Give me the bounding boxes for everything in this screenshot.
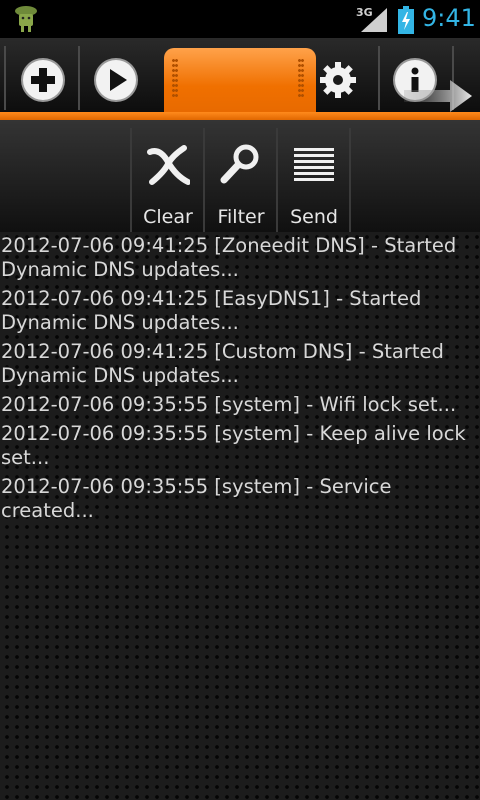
clear-button[interactable]: Clear — [132, 120, 204, 232]
scroll-right-arrow-icon[interactable] — [404, 78, 476, 114]
filter-label: Filter — [217, 206, 265, 228]
filter-button[interactable]: Filter — [205, 120, 277, 232]
gear-icon — [320, 62, 356, 98]
grip-icon — [172, 58, 178, 98]
signal-icon — [361, 8, 387, 32]
send-button[interactable]: Send — [278, 120, 350, 232]
log-list: 2012-07-06 09:41:25 [Zoneedit DNS] - Sta… — [0, 234, 480, 528]
grip-icon — [298, 58, 304, 98]
send-label: Send — [290, 206, 338, 228]
clear-label: Clear — [143, 206, 193, 228]
tab-divider — [378, 46, 380, 110]
tab-underline — [0, 112, 480, 120]
play-icon — [110, 69, 127, 91]
tab-add[interactable] — [23, 60, 63, 100]
tab-divider — [78, 46, 80, 110]
log-entry: 2012-07-06 09:35:55 [system] - Keep aliv… — [1, 422, 466, 469]
lines-icon — [294, 148, 334, 181]
android-app-icon — [15, 6, 37, 32]
log-entry: 2012-07-06 09:35:55 [system] - Wifi lock… — [1, 393, 457, 416]
magnifier-icon — [220, 144, 259, 184]
tab-divider — [4, 46, 6, 110]
tab-start[interactable] — [96, 60, 136, 100]
action-toolbar: Clear Filter Send — [0, 120, 480, 232]
battery-charging-icon — [398, 6, 414, 34]
status-bar: 3G 9:41 — [0, 0, 480, 38]
tab-log[interactable] — [164, 48, 316, 112]
log-entry: 2012-07-06 09:41:25 [Zoneedit DNS] - Sta… — [1, 234, 457, 281]
clear-icon — [147, 145, 190, 185]
plus-icon — [31, 68, 55, 92]
log-entry: 2012-07-06 09:35:55 [system] - Service c… — [1, 475, 392, 522]
log-entry: 2012-07-06 09:41:25 [EasyDNS1] - Started… — [1, 287, 422, 334]
tab-settings[interactable] — [318, 60, 358, 100]
log-entry: 2012-07-06 09:41:25 [Custom DNS] - Start… — [1, 340, 444, 387]
status-clock: 9:41 — [422, 4, 476, 32]
